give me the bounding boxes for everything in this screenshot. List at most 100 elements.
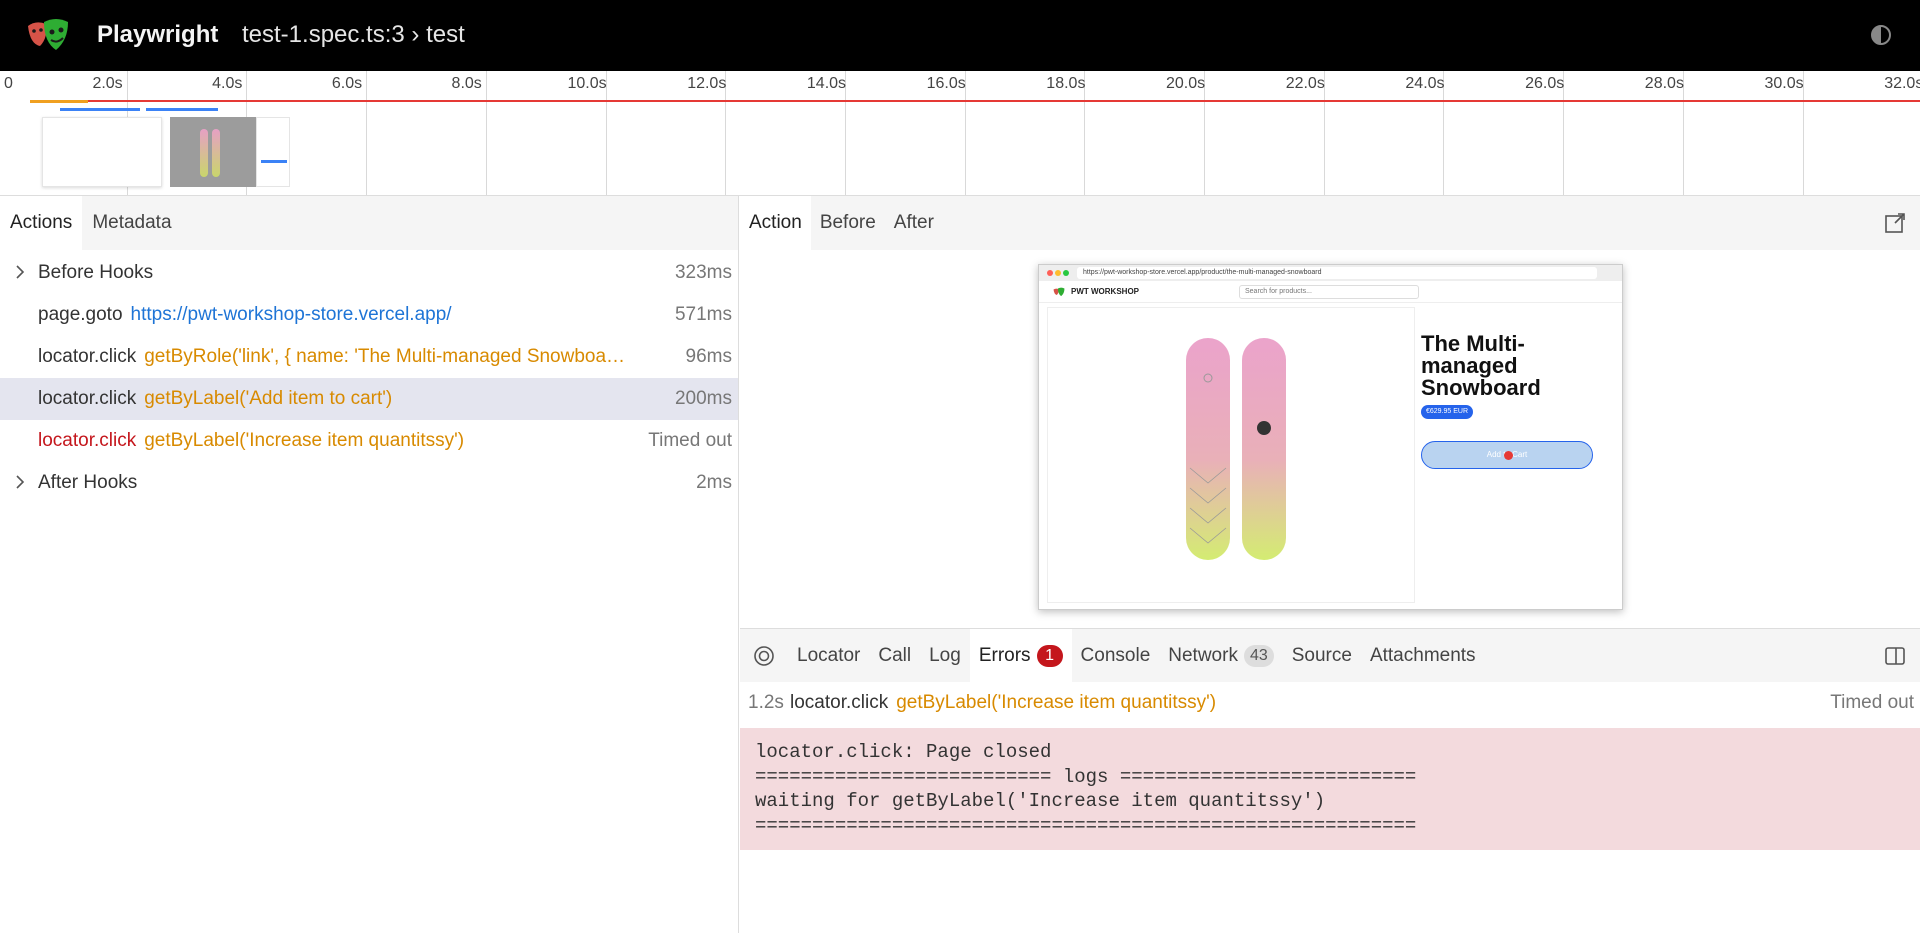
test-title: test-1.spec.ts:3 › test <box>242 21 465 48</box>
snapshot-browser-bar: https://pwt-workshop-store.vercel.app/pr… <box>1039 265 1622 281</box>
action-duration: 200ms <box>674 388 732 409</box>
action-title-group: locator.click getByRole('link', { name: '… <box>38 346 625 368</box>
app-header: Playwright test-1.spec.ts:3 › test <box>0 0 1920 71</box>
action-title-group: page.goto https://pwt-workshop-store.verc… <box>38 304 452 326</box>
action-title: locator.click <box>38 346 137 367</box>
tab-label: Attachments <box>1369 644 1476 666</box>
action-title: locator.click <box>38 430 137 451</box>
timeline-thumbnail[interactable] <box>170 117 256 187</box>
timeline-tick-label: 2.0s <box>92 75 123 92</box>
timeline-tick-label: 18.0s <box>1046 75 1086 92</box>
tab-label: Source <box>1291 644 1352 666</box>
action-title: page.goto <box>38 304 123 325</box>
chevron-right-icon[interactable] <box>14 474 26 490</box>
tab-metadata[interactable]: Metadata <box>82 196 181 250</box>
timeline-tick-label: 6.0s <box>331 75 363 92</box>
timeline-action-bar <box>146 108 218 111</box>
error-status: Timed out <box>1830 692 1914 713</box>
timeline-tick <box>366 71 368 195</box>
action-row[interactable]: locator.click getByLabel('Add item to car… <box>0 378 738 420</box>
snowboard-image <box>1186 338 1286 560</box>
action-row[interactable]: locator.click getByLabel('Increase item q… <box>0 420 738 462</box>
timeline-tick-label: 22.0s <box>1285 75 1325 92</box>
tab-label: Console <box>1080 644 1151 666</box>
action-title: Before Hooks <box>38 262 154 283</box>
timeline-tick-label: 14.0s <box>806 75 847 92</box>
error-time: 1.2s <box>748 692 784 713</box>
tab-action[interactable]: Action <box>740 196 811 250</box>
timeline-tick-label: 8.0s <box>451 75 482 92</box>
timeline-thumbnail[interactable] <box>256 117 290 187</box>
action-selector: getByLabel('Add item to cart') <box>144 388 393 409</box>
snapshot-area: https://pwt-workshop-store.vercel.app/pr… <box>740 250 1920 628</box>
action-title-group: locator.click getByLabel('Increase item q… <box>38 430 464 452</box>
timeline-action-bar <box>60 108 140 111</box>
maximize-dot-icon <box>1063 270 1069 276</box>
action-row[interactable]: page.goto https://pwt-workshop-store.verc… <box>0 294 738 336</box>
pick-locator-icon[interactable] <box>740 629 788 682</box>
tab-errors[interactable]: Errors 1 <box>969 629 1072 682</box>
action-row[interactable]: Before Hooks 323ms <box>0 252 738 294</box>
page-snapshot[interactable]: https://pwt-workshop-store.vercel.app/pr… <box>1038 264 1623 610</box>
tab-log[interactable]: Log <box>920 629 970 682</box>
chevron-right-icon[interactable] <box>14 264 26 280</box>
error-action-selector: getByLabel('Increase item quantitssy') <box>896 692 1217 713</box>
action-title: locator.click <box>38 388 137 409</box>
tab-label: Locator <box>797 644 861 666</box>
snapshot-panel: Action Before After https://pwt-workshop… <box>740 196 1920 933</box>
site-logo-icon <box>1053 287 1065 297</box>
action-selector: getByRole('link', { name: 'The Multi-man… <box>144 346 626 367</box>
external-link-icon[interactable] <box>1884 212 1906 234</box>
timeline-tick-label: 16.0s <box>926 75 966 92</box>
price-badge: €629.95 EUR <box>1421 405 1474 419</box>
tab-call[interactable]: Call <box>869 629 920 682</box>
playwright-logo-icon <box>28 19 68 50</box>
contrast-icon[interactable] <box>1870 24 1892 46</box>
action-title-group: Before Hooks <box>38 262 153 284</box>
timeline[interactable]: 0 2.0s 4.0s 6.0s 8.0s 10.0s 12.0s 14.0s 16.0s 18.… <box>0 71 1920 196</box>
timeline-tick-label: 32.0s <box>1884 75 1920 92</box>
click-marker <box>1504 451 1513 460</box>
details-tabbar: Locator Call Log Errors 1 Console Network 43 Sou… <box>740 628 1920 682</box>
tab-before[interactable]: Before <box>811 196 885 250</box>
tab-console[interactable]: Console <box>1072 629 1160 682</box>
action-row[interactable]: locator.click getByRole('link', { name: '… <box>0 336 738 378</box>
tab-locator[interactable]: Locator <box>788 629 869 682</box>
add-to-cart-button: Add to Cart <box>1421 441 1593 469</box>
action-title: After Hooks <box>38 472 138 493</box>
site-header: PWT WORKSHOP Search for products... <box>1039 281 1622 303</box>
timeline-tick-label: 10.0s <box>567 75 607 92</box>
error-action-title: locator.click <box>790 692 889 713</box>
tab-label: Log <box>929 644 961 666</box>
product-title: The Multi-managed Snowboard <box>1421 331 1541 400</box>
timeline-tick-label: 24.0s <box>1405 75 1445 92</box>
error-action: locator.click getByLabel('Increase item q… <box>790 692 1216 714</box>
snapshot-tabbar: Action Before After <box>740 196 1920 250</box>
tab-source[interactable]: Source <box>1283 629 1361 682</box>
action-row[interactable]: After Hooks 2ms <box>0 462 738 504</box>
timeline-thumbnail[interactable] <box>42 117 162 187</box>
tab-label: Call <box>878 644 912 666</box>
action-selector: getByLabel('Increase item quantitssy') <box>144 430 465 451</box>
tab-label: Network <box>1168 644 1238 666</box>
timeline-goto-bar <box>30 100 88 103</box>
tab-after[interactable]: After <box>885 196 943 250</box>
timeline-error-line <box>88 100 1920 102</box>
site-name: PWT WORKSHOP <box>1071 287 1139 296</box>
actions-panel: Actions Metadata Before Hooks 323ms page.g… <box>0 196 739 933</box>
tab-attachments[interactable]: Attachments <box>1361 629 1485 682</box>
error-message: locator.click: Page closed =============… <box>740 728 1920 850</box>
tab-actions[interactable]: Actions <box>0 196 83 250</box>
error-entry[interactable]: 1.2s locator.click getByLabel('Increase i… <box>740 682 1920 724</box>
close-dot-icon <box>1047 270 1053 276</box>
timeline-tick-label: 4.0s <box>212 75 243 92</box>
action-duration: 571ms <box>674 304 732 325</box>
count-badge: 43 <box>1243 644 1274 667</box>
timeline-tick-label: 28.0s <box>1644 75 1684 92</box>
product-image <box>1047 307 1415 603</box>
timeline-tick-label: 0 <box>4 75 13 92</box>
tab-network[interactable]: Network 43 <box>1159 629 1282 682</box>
sidebar-toggle-icon[interactable] <box>1884 645 1906 667</box>
timeline-tick-label: 26.0s <box>1525 75 1565 92</box>
tab-label: Errors <box>978 644 1031 666</box>
